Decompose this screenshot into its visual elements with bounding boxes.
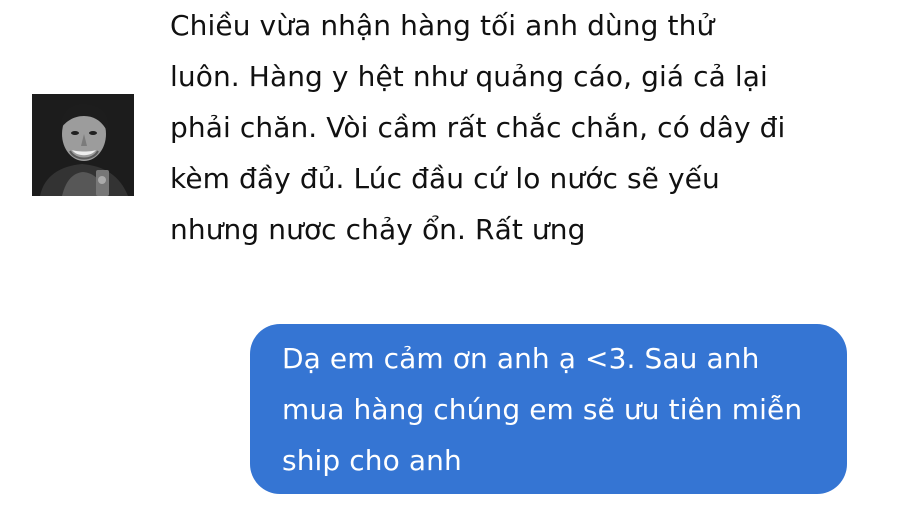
incoming-message-line: kèm đầy đủ. Lúc đầu cứ lo nước sẽ yếu [170,162,720,195]
person-avatar-icon [32,94,134,196]
incoming-message-line: nhưng nươc chảy ổn. Rất ưng [170,213,586,246]
incoming-message-line: phải chăn. Vòi cầm rất chắc chắn, có dây… [170,111,786,144]
incoming-message-line: luôn. Hàng y hệt như quảng cáo, giá cả l… [170,60,768,93]
incoming-message: Chiều vừa nhận hàng tối anh dùng thử luô… [170,0,860,255]
outgoing-message-bubble[interactable]: Dạ em cảm ơn anh ạ <3. Sau anh mua hàng … [250,324,847,494]
chat-screen: Chiều vừa nhận hàng tối anh dùng thử luô… [0,0,897,519]
user-avatar[interactable] [32,94,134,196]
outgoing-message-line: Dạ em cảm ơn anh ạ <3. Sau anh [282,342,760,375]
outgoing-message-line: ship cho anh [282,444,462,477]
outgoing-message-line: mua hàng chúng em sẽ ưu tiên miễn [282,393,803,426]
incoming-message-line: Chiều vừa nhận hàng tối anh dùng thử [170,9,715,42]
